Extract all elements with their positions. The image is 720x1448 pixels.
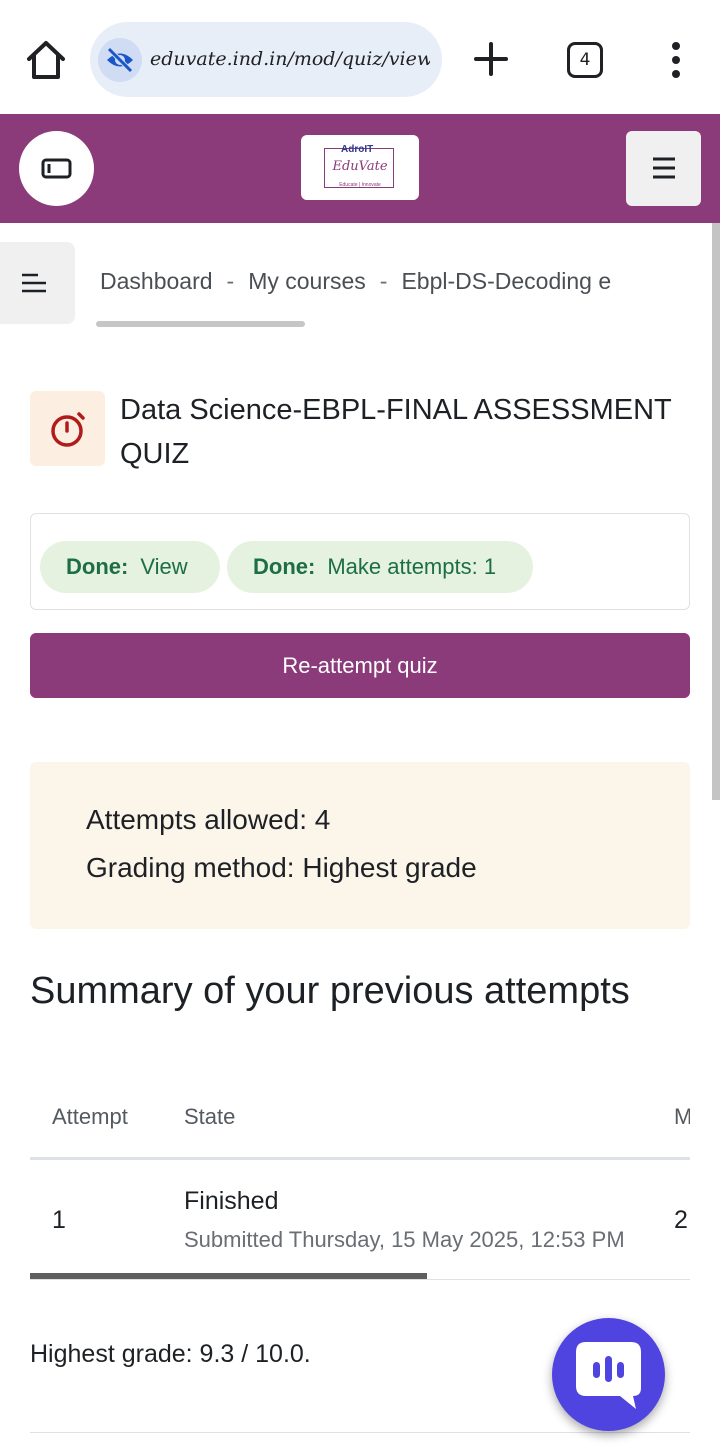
completion-condition: View — [140, 554, 188, 579]
completion-badge-view: Done: View — [40, 541, 220, 593]
column-header-state: State — [184, 1104, 236, 1129]
chat-assistant-button[interactable] — [552, 1318, 665, 1431]
highest-grade-text: Highest grade: 9.3 / 10.0. — [30, 1340, 311, 1368]
course-index-icon — [22, 273, 46, 293]
sidebar-toggle-icon — [41, 158, 72, 179]
hamburger-icon — [653, 157, 675, 179]
breadcrumb-separator: - — [379, 268, 388, 294]
grading-method: Grading method: Highest grade — [86, 852, 477, 883]
tab-switcher-button[interactable]: 4 — [567, 42, 603, 78]
home-icon[interactable] — [22, 36, 70, 84]
breadcrumb: Dashboard - My courses - Ebpl-DS-Decoding e — [100, 268, 630, 295]
breadcrumb-my-courses[interactable]: My courses — [248, 268, 366, 294]
reattempt-quiz-button[interactable]: Re-attempt quiz — [30, 633, 690, 698]
more-options-icon[interactable] — [664, 40, 688, 80]
attempts-allowed: Attempts allowed: 4 — [86, 804, 331, 835]
logo-name-text: EduVate — [332, 159, 388, 174]
url-text: eduvate.ind.in/mod/quiz/view.p — [150, 48, 430, 70]
site-logo[interactable]: AdroIT EduVate Educate | Innovate — [301, 135, 419, 200]
page-title: Data Science-EBPL-FINAL ASSESSMENT QUIZ — [120, 394, 672, 470]
tracking-protection-icon[interactable] — [98, 38, 142, 82]
logo-brand-text: AdroIT — [341, 144, 374, 155]
cell-state: Finished — [184, 1187, 279, 1215]
address-bar[interactable]: eduvate.ind.in/mod/quiz/view.p — [90, 22, 442, 97]
column-header-marks: M — [674, 1104, 690, 1129]
activity-completion: Done: View Done: Make attempts: 1 — [30, 513, 690, 610]
logo-tagline: Educate | Innovate — [339, 182, 381, 188]
stopwatch-icon — [51, 412, 85, 447]
main-menu-button[interactable] — [626, 131, 701, 206]
column-header-attempt: Attempt — [52, 1104, 128, 1129]
chat-bubble-icon — [576, 1342, 641, 1409]
course-drawer-button[interactable] — [19, 131, 94, 206]
completion-condition: Make attempts: 1 — [327, 554, 497, 579]
browser-toolbar: eduvate.ind.in/mod/quiz/view.p 4 — [0, 0, 720, 114]
site-header: AdroIT EduVate Educate | Innovate — [0, 114, 720, 223]
breadcrumb-scrollbar[interactable] — [96, 321, 305, 327]
quiz-info-box: Attempts allowed: 4 Grading method: High… — [30, 762, 690, 929]
completion-badge-attempts: Done: Make attempts: 1 — [227, 541, 533, 593]
completion-status-label: Done: — [66, 554, 129, 579]
table-row-divider — [30, 1279, 690, 1280]
page-scrollbar[interactable] — [712, 223, 720, 800]
breadcrumb-separator: - — [226, 268, 235, 294]
attempts-table: Attempt State M 1 Finished Submitted Thu… — [30, 1090, 690, 1280]
table-header-divider — [30, 1157, 690, 1160]
summary-heading: Summary of your previous attempts — [30, 970, 630, 1012]
breadcrumb-course[interactable]: Ebpl-DS-Decoding e — [401, 268, 611, 294]
new-tab-icon[interactable] — [470, 38, 512, 80]
completion-status-label: Done: — [253, 554, 316, 579]
cell-submitted-date: Submitted Thursday, 15 May 2025, 12:53 P… — [184, 1227, 625, 1252]
section-divider — [30, 1432, 690, 1433]
cell-marks: 2 — [674, 1206, 688, 1234]
breadcrumb-dashboard[interactable]: Dashboard — [100, 268, 213, 294]
course-index-button[interactable] — [0, 242, 75, 324]
cell-attempt-number: 1 — [52, 1206, 66, 1234]
quiz-activity-icon — [30, 391, 105, 466]
